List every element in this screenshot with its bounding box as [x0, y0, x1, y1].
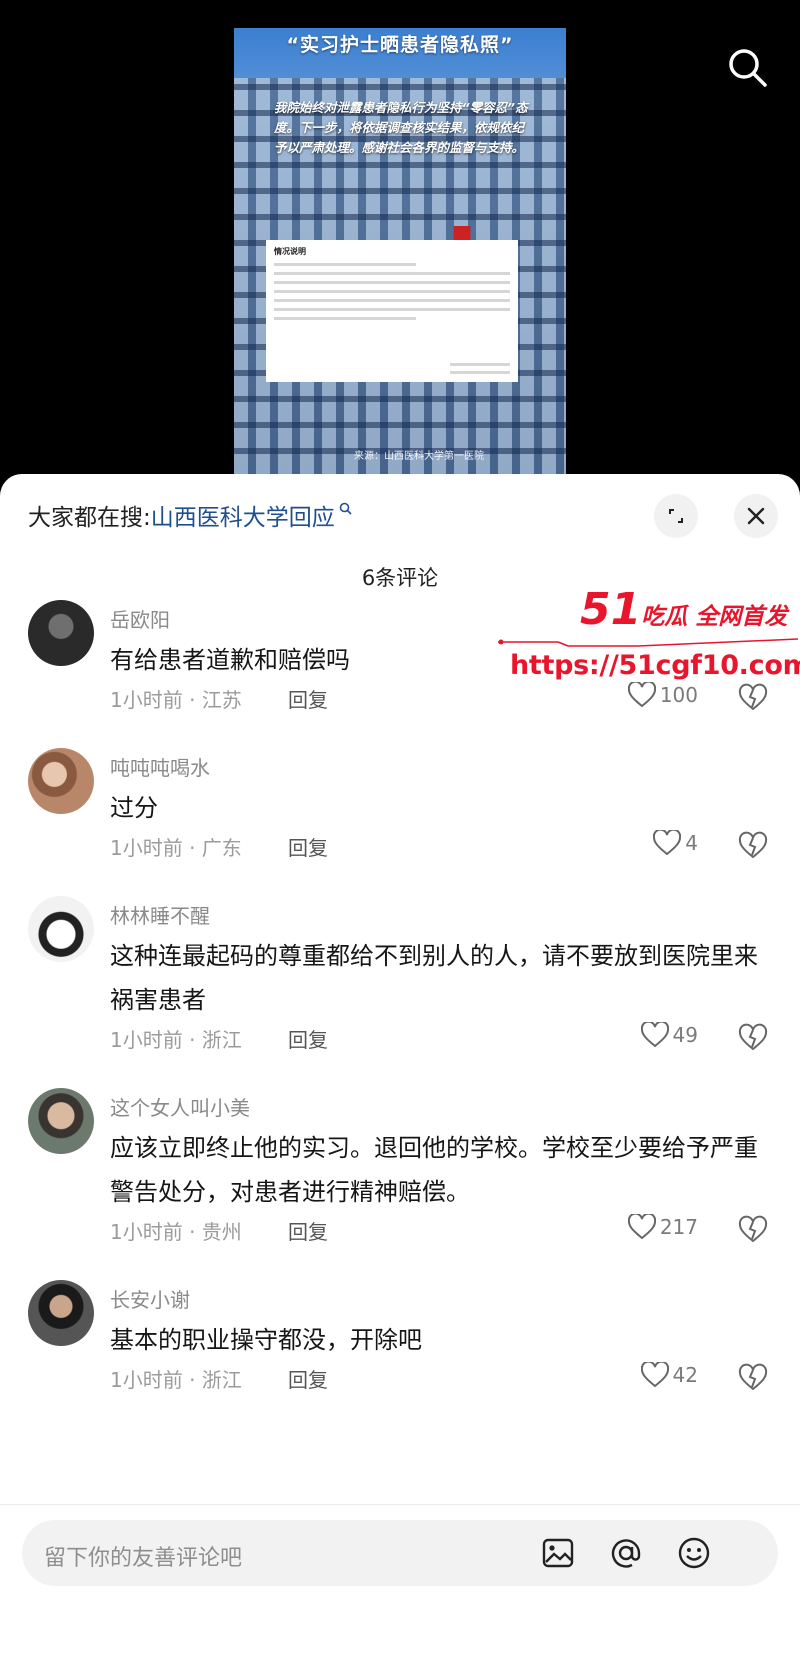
- heart-icon: [640, 1022, 669, 1048]
- comment-meta: 1小时前 · 浙江: [110, 1368, 242, 1392]
- like-button[interactable]: 49: [640, 1022, 698, 1048]
- comment-meta: 1小时前 · 广东: [110, 836, 242, 860]
- avatar[interactable]: [28, 1280, 94, 1346]
- comment-text: 有给患者道歉和赔偿吗: [110, 646, 350, 674]
- comment-input-placeholder: 留下你的友善评论吧: [44, 1546, 243, 1571]
- like-button[interactable]: 42: [640, 1362, 698, 1388]
- video-source: 来源：山西医科大学第一医院: [354, 451, 484, 462]
- close-icon: [747, 507, 765, 525]
- comment-text: 这种连最起码的尊重都给不到别人的人，请不要放到医院里来祸害患者: [110, 942, 758, 1014]
- search-icon[interactable]: [724, 44, 772, 92]
- poster-title: “实习护士晒患者隐私照”: [286, 34, 514, 56]
- reply-button[interactable]: 回复: [288, 1024, 328, 1053]
- like-count: 42: [672, 1363, 698, 1387]
- comment-username[interactable]: 林林睡不醒: [110, 900, 210, 929]
- hot-search-link[interactable]: 山西医科大学回应: [151, 498, 335, 532]
- comment-meta: 1小时前 · 江苏: [110, 688, 242, 712]
- like-button[interactable]: 217: [627, 1214, 698, 1240]
- avatar[interactable]: [28, 748, 94, 814]
- watermark-logo-text: 吃瓜 全网首发: [641, 604, 788, 630]
- expand-button[interactable]: [654, 494, 698, 538]
- reply-button[interactable]: 回复: [288, 1216, 328, 1245]
- comment-text: 应该立即终止他的实习。退回他的学校。学校至少要给予严重警告处分，对患者进行精神赔…: [110, 1134, 758, 1206]
- avatar[interactable]: [28, 600, 94, 666]
- statement-document: 情况说明: [266, 240, 518, 382]
- emoji-icon[interactable]: [676, 1535, 712, 1571]
- dislike-icon[interactable]: [738, 1022, 768, 1052]
- hot-search-label: 大家都在搜:: [28, 505, 151, 531]
- like-button[interactable]: 4: [653, 830, 698, 856]
- dislike-icon[interactable]: [738, 1214, 768, 1244]
- reply-button[interactable]: 回复: [288, 832, 328, 861]
- comment-panel: 大家都在搜: 山西医科大学回应 6条评论 51吃瓜 全网首发 https://5…: [0, 474, 800, 1656]
- avatar[interactable]: [28, 1088, 94, 1154]
- avatar[interactable]: [28, 896, 94, 962]
- comment-text: 过分: [110, 794, 158, 822]
- search-small-icon: [339, 502, 352, 519]
- reply-button[interactable]: 回复: [288, 684, 328, 713]
- comment-text: 基本的职业操守都没，开除吧: [110, 1326, 422, 1354]
- like-count: 100: [659, 683, 698, 707]
- app-screen: ■■ “实习护士晒患者隐私照” 我院始终对泄露患者隐私行为坚持“零容忍”态度。下…: [0, 0, 800, 1656]
- comment-username[interactable]: 吨吨吨喝水: [110, 752, 210, 781]
- comment-meta: 1小时前 · 浙江: [110, 1028, 242, 1052]
- document-title: 情况说明: [274, 247, 306, 256]
- close-button[interactable]: [734, 494, 778, 538]
- like-count: 49: [672, 1023, 698, 1047]
- comment-username[interactable]: 岳欧阳: [110, 604, 170, 633]
- poster-statement: 我院始终对泄露患者隐私行为坚持“零容忍”态度。下一步，将依据调查核实结果，依规依…: [274, 100, 528, 155]
- heart-icon: [653, 830, 682, 856]
- mention-icon[interactable]: [608, 1535, 644, 1571]
- comment-meta: 1小时前 · 贵州: [110, 1220, 242, 1244]
- hot-search[interactable]: 大家都在搜: 山西医科大学回应: [28, 498, 352, 532]
- comment-input[interactable]: 留下你的友善评论吧: [22, 1520, 778, 1586]
- heart-icon: [640, 1362, 669, 1388]
- reply-button[interactable]: 回复: [288, 1364, 328, 1393]
- watermark-logo-number: 51: [580, 584, 642, 635]
- dislike-icon[interactable]: [738, 1362, 768, 1392]
- divider: [0, 1504, 800, 1505]
- heart-icon: [627, 1214, 656, 1240]
- dislike-icon[interactable]: [738, 830, 768, 860]
- heart-icon: [627, 682, 656, 708]
- image-icon[interactable]: [540, 1535, 576, 1571]
- like-count: 4: [685, 831, 698, 855]
- comment-username[interactable]: 这个女人叫小美: [110, 1092, 250, 1121]
- video-frame: ■■ “实习护士晒患者隐私照” 我院始终对泄露患者隐私行为坚持“零容忍”态度。下…: [234, 28, 566, 480]
- video-player[interactable]: ■■ “实习护士晒患者隐私照” 我院始终对泄露患者隐私行为坚持“零容忍”态度。下…: [0, 0, 800, 480]
- like-count: 217: [659, 1215, 698, 1239]
- expand-icon: [669, 509, 683, 523]
- like-button[interactable]: 100: [627, 682, 698, 708]
- comment-username[interactable]: 长安小谢: [110, 1284, 190, 1313]
- dislike-icon[interactable]: [738, 682, 768, 712]
